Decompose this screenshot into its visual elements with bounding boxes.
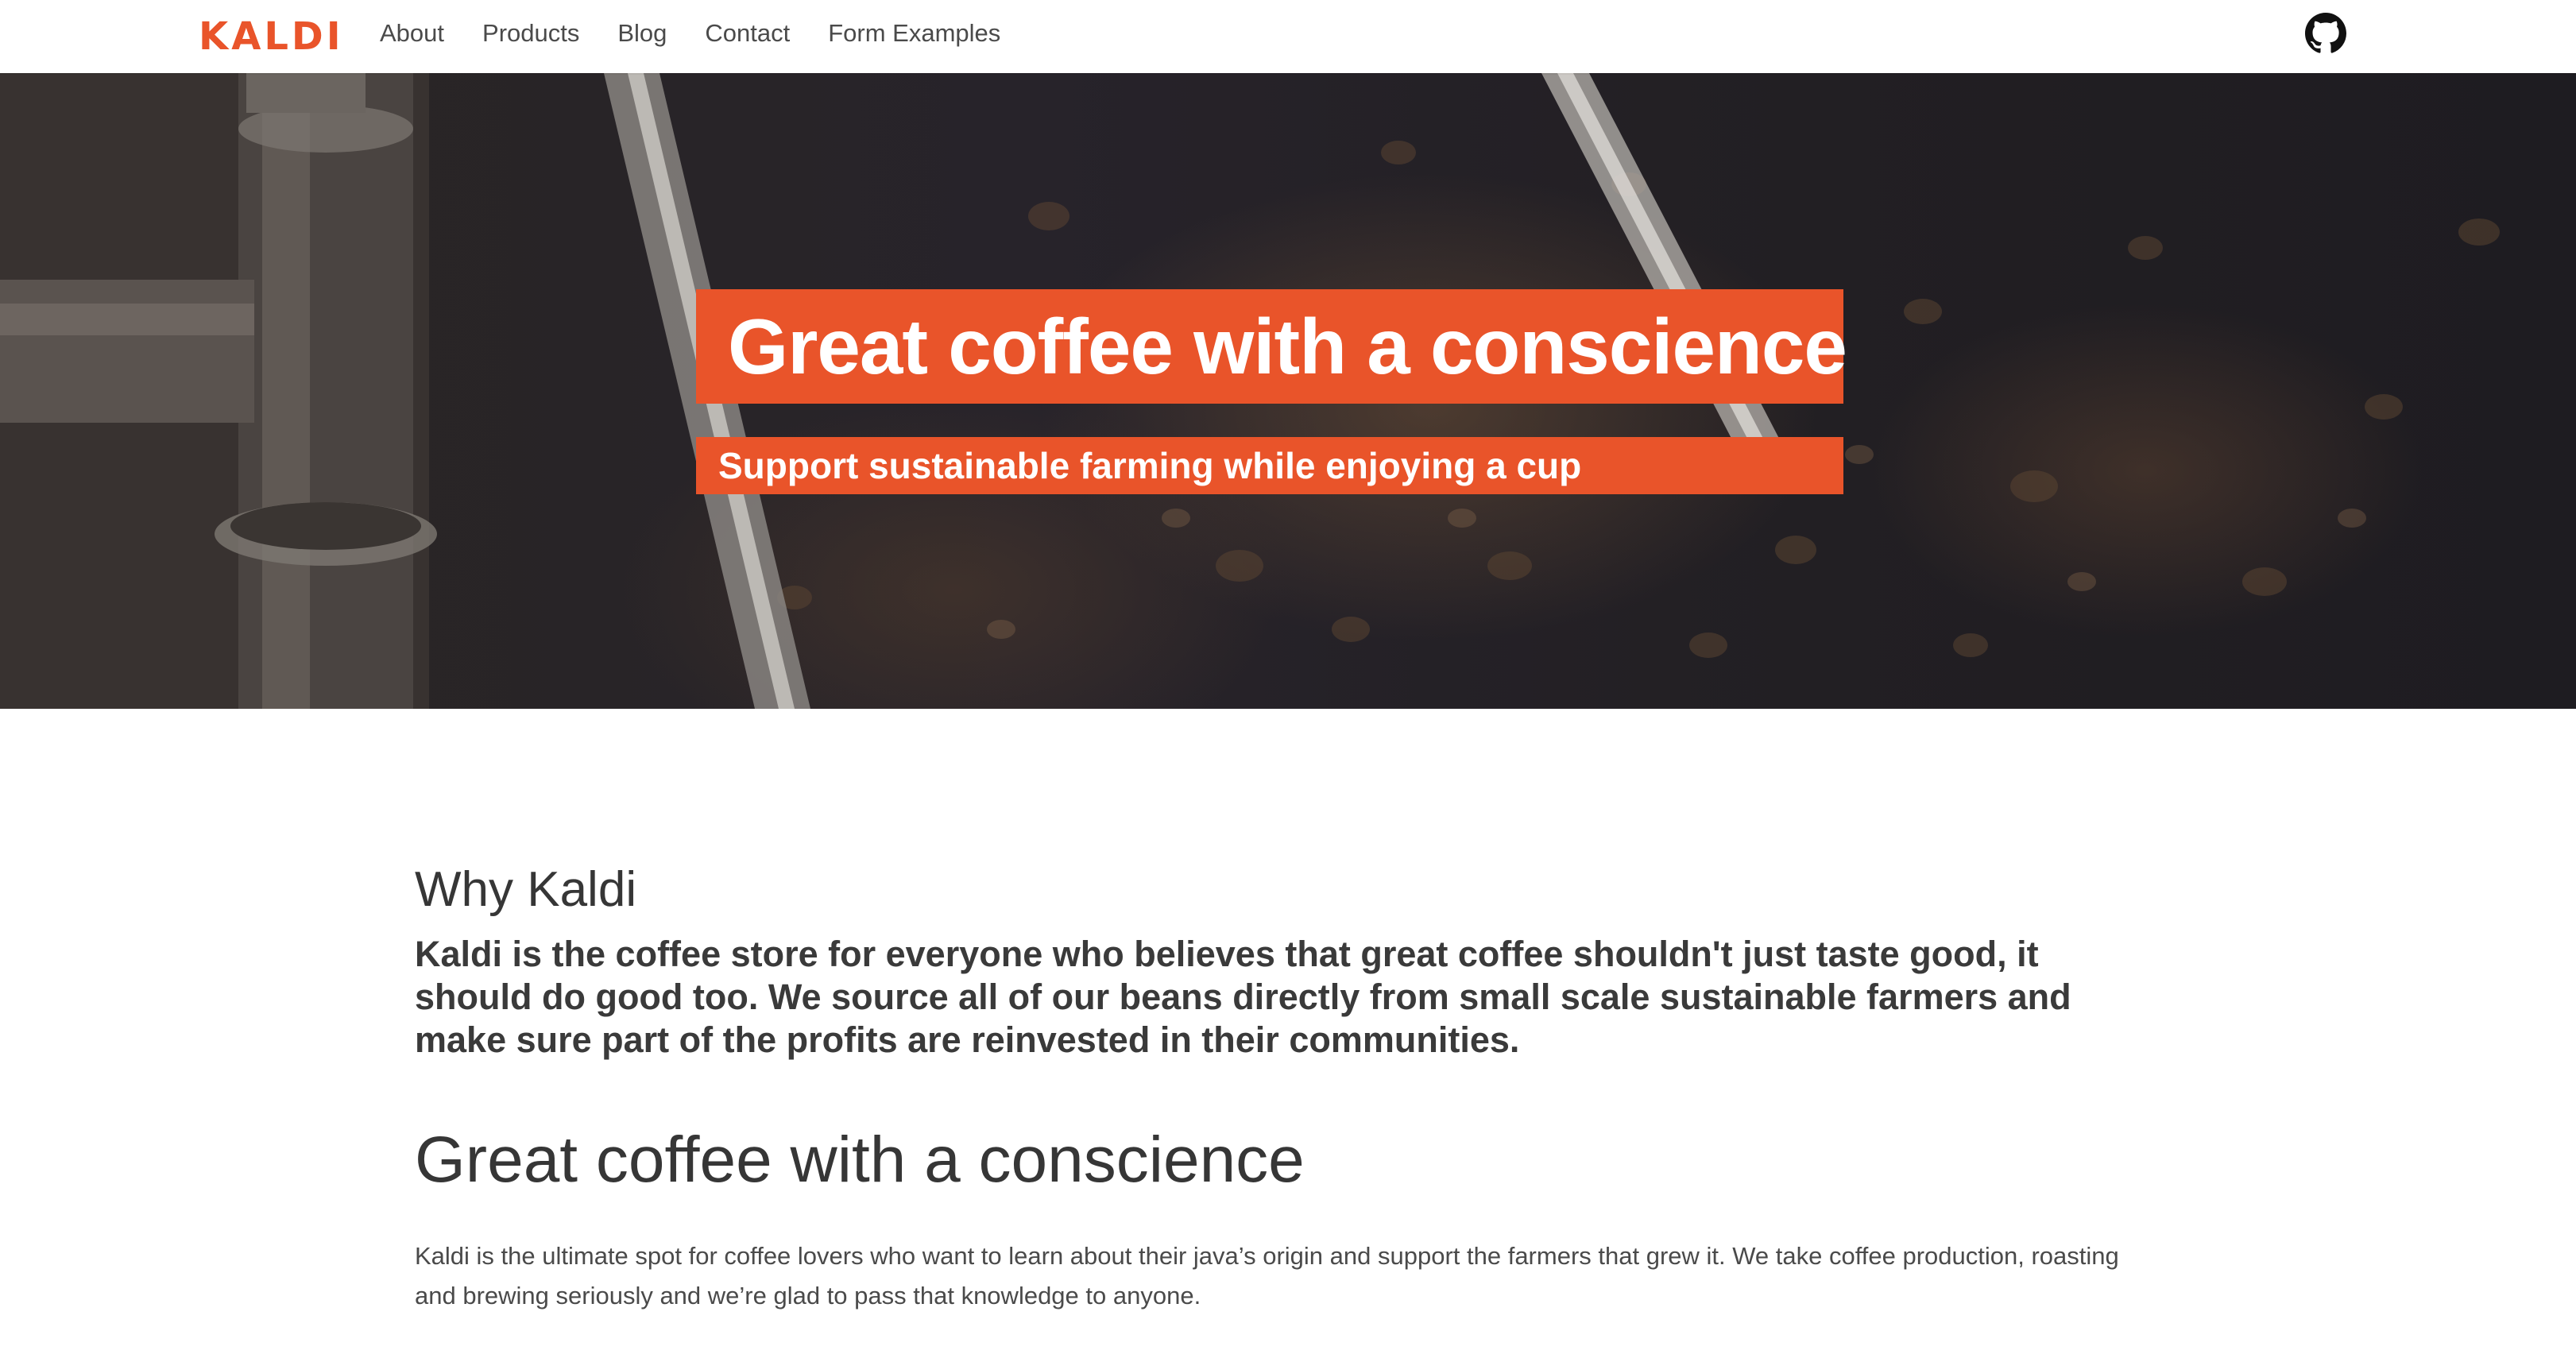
github-icon-svg	[2305, 13, 2346, 53]
hero-title: Great coffee with a conscience	[728, 302, 1847, 390]
conscience-body-text: Kaldi is the ultimate spot for coffee lo…	[415, 1242, 2119, 1310]
nav-links: About Products Blog Contact Form Example…	[380, 0, 1000, 67]
conscience-heading: Great coffee with a conscience	[415, 1124, 1305, 1196]
nav-link-blog[interactable]: Blog	[617, 19, 667, 48]
nav-link-products[interactable]: Products	[482, 19, 579, 48]
nav-link-about[interactable]: About	[380, 19, 444, 48]
top-navbar: KALDI About Products Blog Contact Form E…	[0, 0, 2576, 73]
nav-link-form-examples[interactable]: Form Examples	[828, 19, 1000, 48]
hero-title-box: Great coffee with a conscience	[696, 289, 1847, 404]
main-content: Why Kaldi Kaldi is the coffee store for …	[415, 858, 2131, 1316]
intro-lead-text: Kaldi is the coffee store for everyone w…	[415, 934, 2071, 1060]
brand-logo[interactable]: KALDI	[199, 13, 344, 60]
hero-subtitle: Support sustainable farming while enjoyi…	[718, 445, 1582, 486]
hero-banner: Great coffee with a conscience Support s…	[0, 73, 2576, 709]
why-kaldi-heading: Why Kaldi	[415, 862, 637, 917]
hero-subtitle-box: Support sustainable farming while enjoyi…	[696, 437, 1843, 494]
github-icon[interactable]	[2305, 13, 2346, 54]
nav-link-contact[interactable]: Contact	[705, 19, 790, 48]
